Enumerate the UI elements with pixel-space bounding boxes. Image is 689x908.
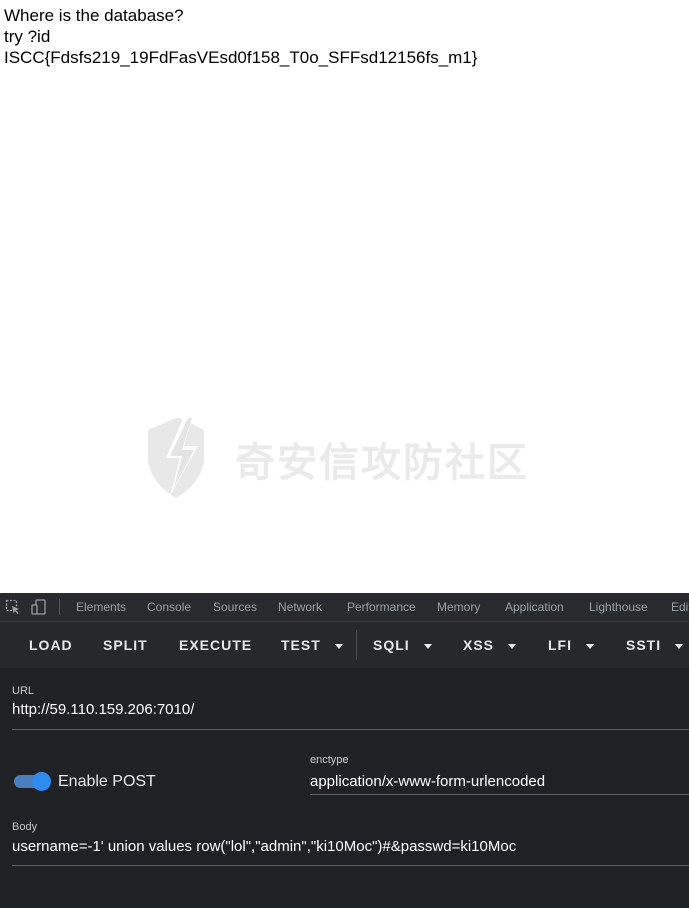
url-label: URL [12, 685, 35, 697]
load-button[interactable]: LOAD [29, 637, 73, 653]
body-label: Body [12, 821, 38, 833]
tab-performance[interactable]: Performance [347, 600, 416, 614]
lightning-logo-icon [148, 412, 204, 498]
device-toolbar-icon[interactable] [31, 599, 47, 615]
tab-console[interactable]: Console [147, 600, 191, 614]
body-input[interactable]: username=-1' union values row("lol","adm… [12, 838, 516, 855]
load-button-label: LOAD [29, 637, 73, 653]
tab-elements[interactable]: Elements [76, 600, 126, 614]
page-content: Where is the database? try ?id ISCC{Fdsf… [0, 0, 689, 593]
chevron-down-icon [675, 643, 684, 649]
execute-button-label: EXECUTE [179, 637, 253, 653]
enctype-label: enctype [310, 754, 349, 766]
split-button[interactable]: SPLIT [103, 637, 148, 653]
tab-network[interactable]: Network [278, 600, 322, 614]
chevron-down-icon [508, 643, 517, 649]
enable-post-toggle[interactable] [14, 772, 52, 791]
devtools-panel: Elements Console Sources Network Perform… [0, 593, 689, 908]
hackbar-form: URL http://59.110.159.206:7010/ Enable P… [0, 668, 689, 908]
page-flag-line: ISCC{Fdsfs219_19FdFasVEsd0f158_T0o_SFFsd… [4, 48, 478, 67]
toolbar-separator [356, 630, 357, 660]
lfi-menu-button[interactable]: LFI [548, 637, 594, 653]
tab-sources[interactable]: Sources [213, 600, 257, 614]
sqli-menu-label: SQLI [373, 637, 410, 653]
lfi-menu-label: LFI [548, 637, 572, 653]
watermark: 奇安信攻防社区 [140, 408, 560, 508]
tab-lighthouse[interactable]: Lighthouse [589, 600, 648, 614]
chevron-down-icon [586, 643, 594, 649]
tab-hackbar[interactable]: Edit [671, 600, 689, 614]
xss-menu-button[interactable]: XSS [463, 637, 517, 653]
inspect-element-icon[interactable] [5, 599, 21, 615]
toggle-knob [32, 772, 51, 791]
chevron-down-icon [423, 643, 432, 649]
execute-button[interactable]: EXECUTE [179, 637, 252, 653]
tab-memory[interactable]: Memory [437, 600, 480, 614]
ssti-menu-button[interactable]: SSTI [626, 637, 684, 653]
page-text-line: try ?id [4, 27, 51, 46]
body-underline [12, 865, 689, 866]
devtools-tab-bar: Elements Console Sources Network Perform… [0, 593, 689, 622]
url-input[interactable]: http://59.110.159.206:7010/ [12, 701, 194, 718]
sqli-menu-button[interactable]: SQLI [373, 637, 432, 653]
test-menu-button[interactable]: TEST [281, 637, 343, 653]
enctype-select[interactable]: application/x-www-form-urlencoded [310, 773, 545, 790]
tab-application[interactable]: Application [505, 600, 564, 614]
xss-menu-label: XSS [463, 637, 495, 653]
tab-separator [59, 599, 60, 615]
ssti-menu-label: SSTI [626, 637, 662, 653]
enable-post-label: Enable POST [58, 773, 156, 790]
page-text-line: Where is the database? [4, 6, 184, 25]
hackbar-toolbar: LOAD SPLIT EXECUTE TEST SQLI XSS LFI SST… [0, 622, 689, 668]
test-menu-label: TEST [281, 637, 321, 653]
split-button-label: SPLIT [103, 637, 148, 653]
chevron-down-icon [334, 643, 343, 649]
url-underline [12, 729, 689, 730]
enctype-underline [310, 794, 689, 795]
watermark-text: 奇安信攻防社区 [235, 440, 529, 486]
